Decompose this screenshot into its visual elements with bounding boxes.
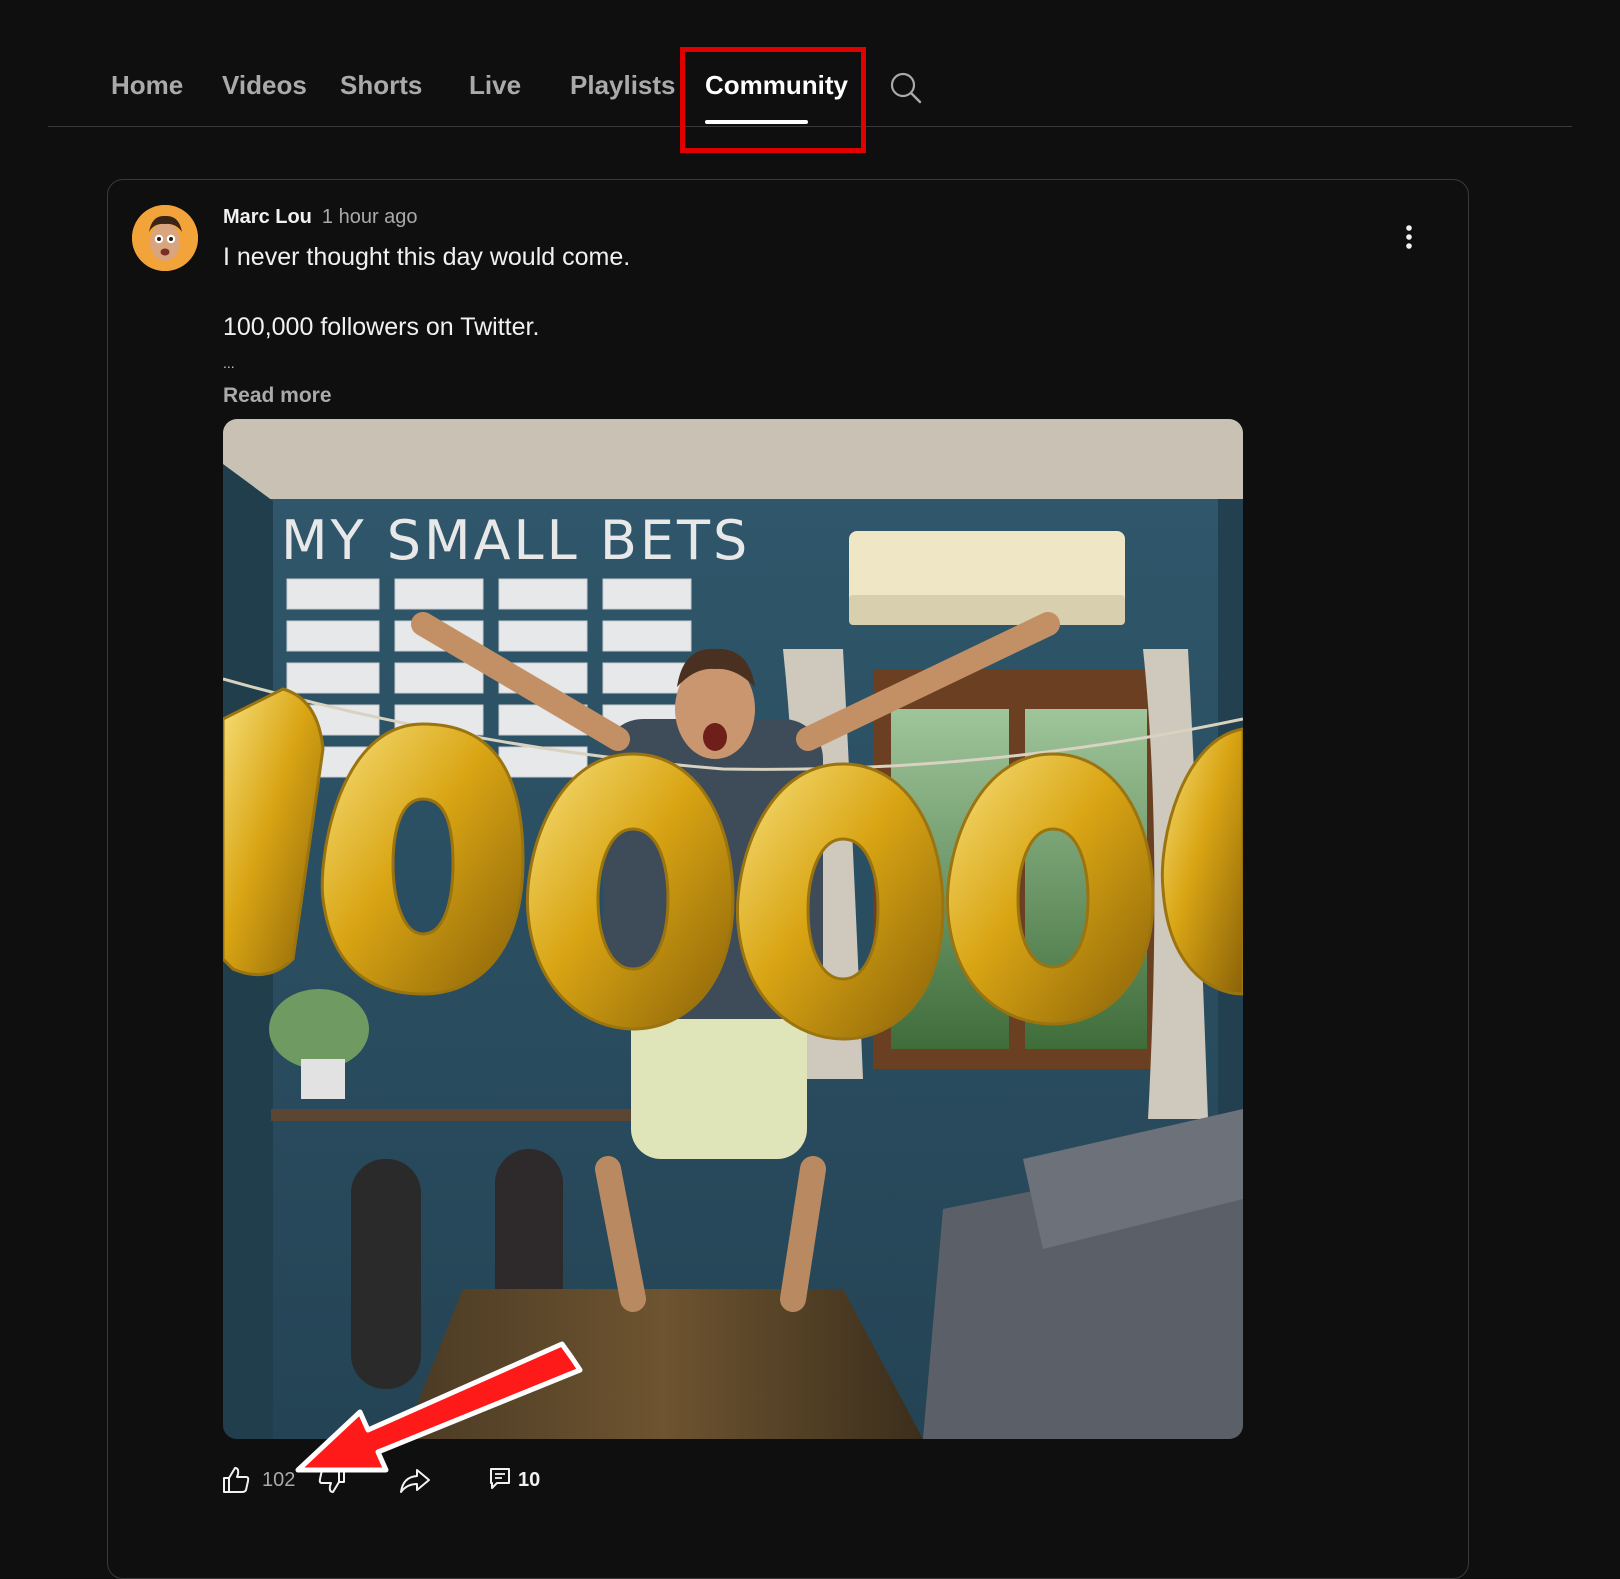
- tab-highlight-annotation: [680, 47, 866, 153]
- wall-title-text: MY SMALL BETS: [281, 509, 750, 572]
- dislike-button[interactable]: [316, 1464, 348, 1501]
- more-vert-icon: [1406, 225, 1412, 249]
- search-button[interactable]: [888, 70, 924, 106]
- like-count: 102: [262, 1469, 296, 1491]
- tab-live[interactable]: Live: [469, 70, 521, 101]
- celebration-photo: MY SMALL BETS: [223, 419, 1243, 1439]
- comment-icon: [490, 1468, 510, 1489]
- tab-videos[interactable]: Videos: [222, 70, 307, 101]
- author-name[interactable]: Marc Lou: [223, 206, 312, 228]
- post-header: Marc Lou 1 hour ago: [223, 206, 418, 229]
- post-text-line: 100,000 followers on Twitter.: [223, 313, 540, 341]
- search-icon: [890, 72, 922, 104]
- tab-home[interactable]: Home: [111, 70, 183, 101]
- avatar[interactable]: [132, 205, 198, 271]
- comment-button[interactable]: [488, 1466, 512, 1497]
- post-timestamp[interactable]: 1 hour ago: [322, 206, 418, 228]
- tab-shorts[interactable]: Shorts: [340, 70, 422, 101]
- read-more-link[interactable]: Read more: [223, 384, 332, 408]
- post-text-ellipsis: ...: [223, 355, 235, 371]
- like-button[interactable]: [220, 1464, 252, 1501]
- share-icon: [400, 1469, 430, 1493]
- share-button[interactable]: [398, 1464, 432, 1501]
- avatar-face-icon: [132, 205, 198, 271]
- tab-playlists[interactable]: Playlists: [570, 70, 676, 101]
- thumbs-up-icon: [223, 1467, 250, 1493]
- post-image[interactable]: MY SMALL BETS: [223, 419, 1243, 1439]
- post-text-line: I never thought this day would come.: [223, 243, 631, 271]
- post-more-button[interactable]: [1394, 221, 1424, 257]
- thumbs-down-icon: [318, 1467, 345, 1493]
- comment-count: 10: [518, 1469, 541, 1491]
